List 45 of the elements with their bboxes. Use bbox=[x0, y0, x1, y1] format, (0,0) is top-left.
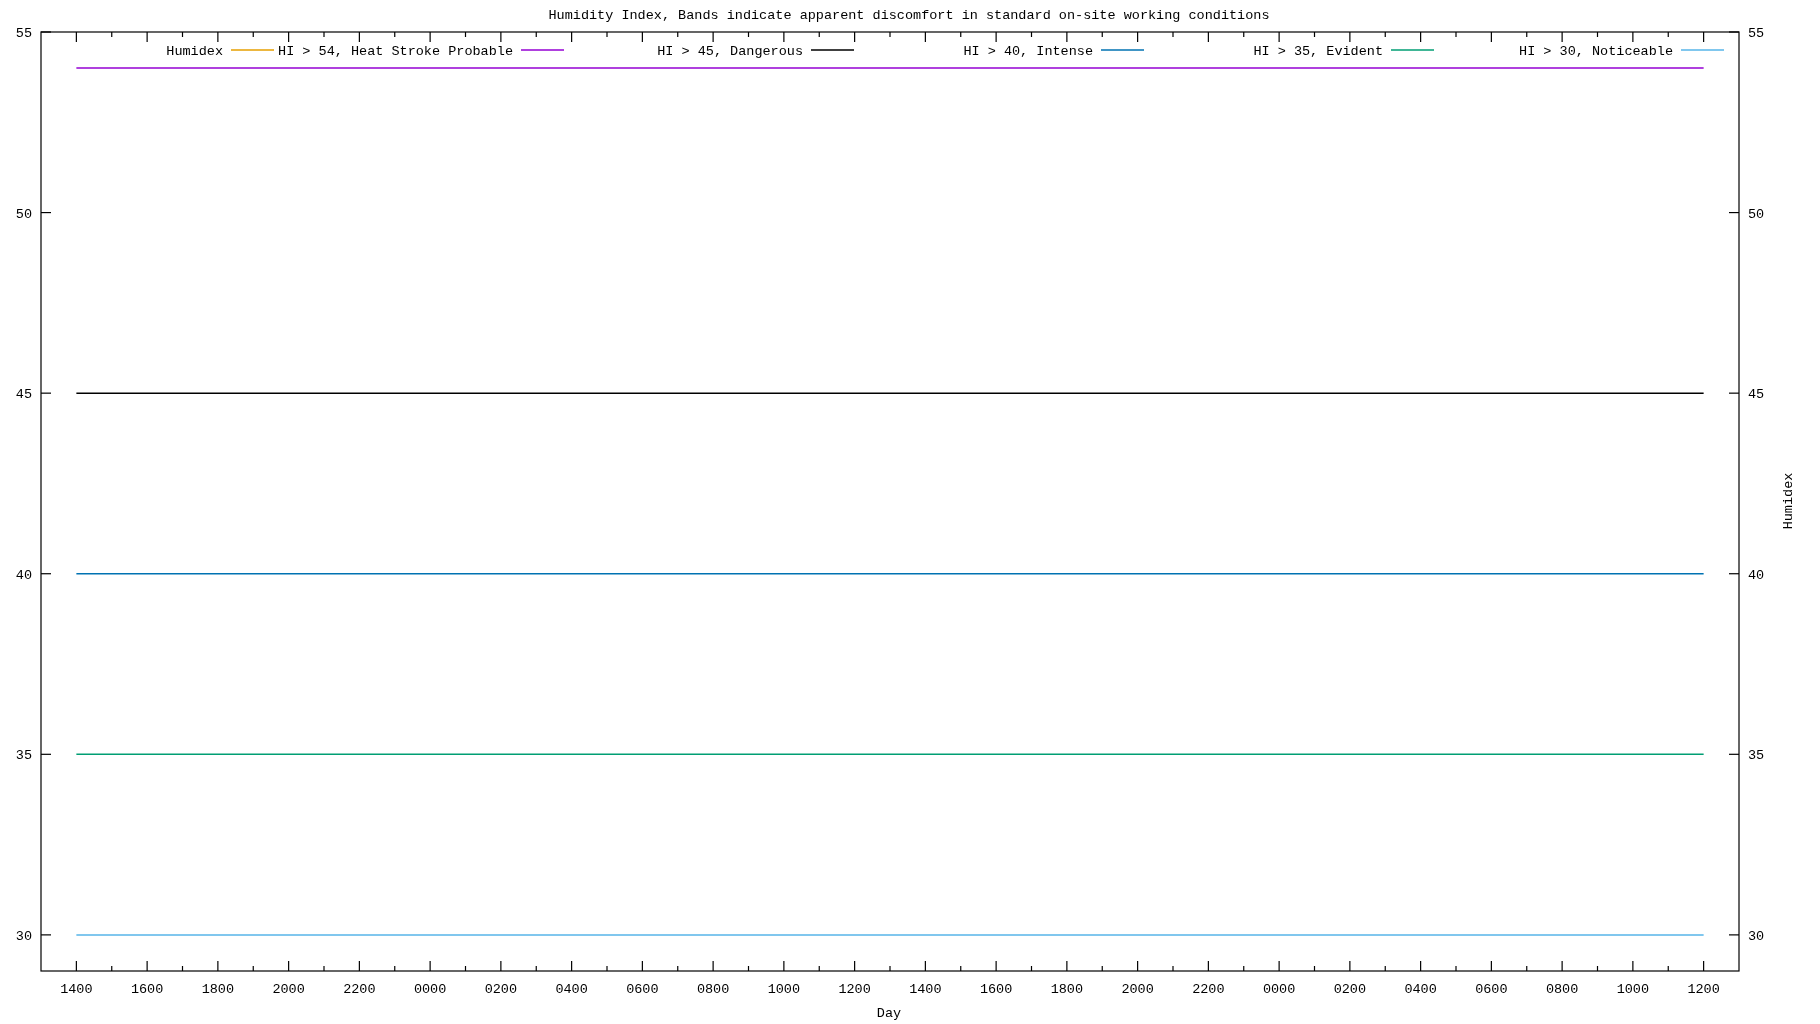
axis-tick-label: 0400 bbox=[555, 982, 588, 997]
axis-tick-label: 0600 bbox=[1475, 982, 1508, 997]
axis-tick-label: 55 bbox=[1748, 26, 1765, 41]
axis-tick-label: 2000 bbox=[1121, 982, 1154, 997]
axis-tick-label: 1800 bbox=[1050, 982, 1084, 997]
axis-label: Day bbox=[876, 1006, 902, 1021]
axis-tick-label: 0800 bbox=[696, 982, 730, 997]
axis-tick-label: 55 bbox=[15, 26, 32, 41]
axis-tick-label: 0600 bbox=[626, 982, 659, 997]
axis-tick-label: 1400 bbox=[909, 982, 942, 997]
axis-tick-label: 1400 bbox=[60, 982, 93, 997]
chart-title: Humidity Index, Bands indicate apparent discomfort in standard on-site working conditions bbox=[548, 8, 1270, 23]
axis-tick-label: 45 bbox=[1748, 387, 1765, 403]
axis-tick-label: 30 bbox=[15, 928, 32, 944]
axis-tick-label: 0000 bbox=[1262, 982, 1296, 997]
axis-tick-label: 1600 bbox=[130, 982, 164, 997]
axis-tick-label: 1600 bbox=[979, 982, 1013, 997]
axis-tick-label: 0200 bbox=[484, 982, 518, 997]
axis-tick-label: 45 bbox=[15, 387, 32, 403]
legend-label: HI > 35, Evident bbox=[1253, 44, 1383, 59]
legend-label: Humidex bbox=[166, 44, 223, 59]
legend-label: HI > 54, Heat Stroke Probable bbox=[278, 44, 513, 59]
axis-tick-label: 40 bbox=[15, 567, 32, 583]
axis-tick-label: 2200 bbox=[1192, 982, 1225, 997]
axis-tick-label: 1000 bbox=[1616, 982, 1650, 997]
legend-label: HI > 30, Noticeable bbox=[1519, 44, 1673, 59]
axis-tick-label: 0200 bbox=[1333, 982, 1367, 997]
legend-label: HI > 40, Intense bbox=[963, 44, 1093, 59]
axis-tick-label: 50 bbox=[15, 206, 32, 222]
axis-tick-label: 1000 bbox=[767, 982, 801, 997]
axis-tick-label: 2000 bbox=[272, 982, 305, 997]
axis-tick-label: 2200 bbox=[343, 982, 376, 997]
axis-tick-label: 0400 bbox=[1404, 982, 1437, 997]
axis-tick-label: 50 bbox=[1748, 206, 1765, 222]
axis-tick-label: 30 bbox=[1748, 928, 1765, 944]
axis-tick-label: 0800 bbox=[1545, 982, 1579, 997]
axis-tick-label: 1800 bbox=[201, 982, 235, 997]
axis-tick-label: 1200 bbox=[1687, 982, 1720, 997]
legend-label: HI > 45, Dangerous bbox=[657, 44, 803, 59]
axis-label: Humidex bbox=[1781, 472, 1796, 530]
axis-tick-label: 40 bbox=[1748, 567, 1765, 583]
axis-tick-label: 35 bbox=[1748, 748, 1765, 764]
axis-tick-label: 35 bbox=[15, 748, 32, 764]
axis-tick-label: 0000 bbox=[413, 982, 447, 997]
axis-tick-label: 1200 bbox=[838, 982, 871, 997]
